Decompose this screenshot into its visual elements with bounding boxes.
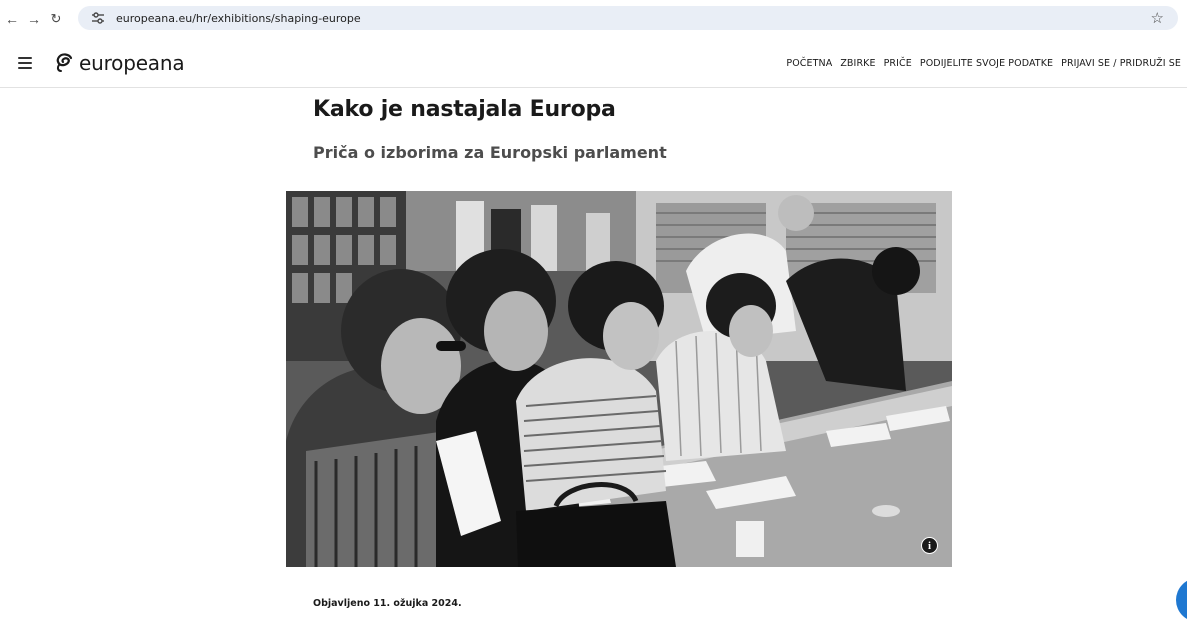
menu-icon[interactable] — [18, 57, 32, 69]
europeana-logo-icon — [56, 53, 73, 72]
address-bar[interactable]: europeana.eu/hr/exhibitions/shaping-euro… — [78, 6, 1178, 30]
nav-link-share-data[interactable]: PODIJELITE SVOJE PODATKE — [920, 58, 1053, 69]
image-info-button[interactable]: i — [921, 537, 938, 554]
site-header: europeana POČETNA ZBIRKE PRIČE PODIJELIT… — [0, 40, 1187, 88]
logo-text: europeana — [79, 51, 185, 75]
star-icon[interactable]: ☆ — [1151, 9, 1164, 27]
feedback-button[interactable] — [1176, 578, 1187, 622]
page-subtitle: Priča o izborima za Europski parlament — [313, 143, 667, 162]
nav-link-home[interactable]: POČETNA — [786, 58, 832, 69]
reload-icon[interactable]: ↻ — [48, 9, 64, 29]
nav-link-login[interactable]: PRIJAVI SE / PRIDRUŽI SE — [1061, 58, 1181, 69]
main-nav: POČETNA ZBIRKE PRIČE PODIJELITE SVOJE PO… — [778, 58, 1181, 69]
arrow-right-icon[interactable]: → — [26, 9, 42, 29]
nav-link-collections[interactable]: ZBIRKE — [840, 58, 875, 69]
info-icon: i — [922, 538, 937, 553]
hero-image — [286, 191, 952, 567]
hero-photo — [286, 191, 952, 567]
published-date: Objavljeno 11. ožujka 2024. — [313, 598, 462, 609]
europeana-logo[interactable]: europeana — [54, 51, 185, 75]
tune-icon[interactable] — [88, 9, 108, 27]
page-title: Kako je nastajala Europa — [313, 97, 616, 122]
browser-toolbar: ← → ↻ europeana.eu/hr/exhibitions/shapin… — [0, 0, 1187, 36]
url-text[interactable]: europeana.eu/hr/exhibitions/shaping-euro… — [116, 12, 361, 25]
arrow-left-icon[interactable]: ← — [4, 9, 20, 29]
nav-link-stories[interactable]: PRIČE — [884, 58, 912, 69]
